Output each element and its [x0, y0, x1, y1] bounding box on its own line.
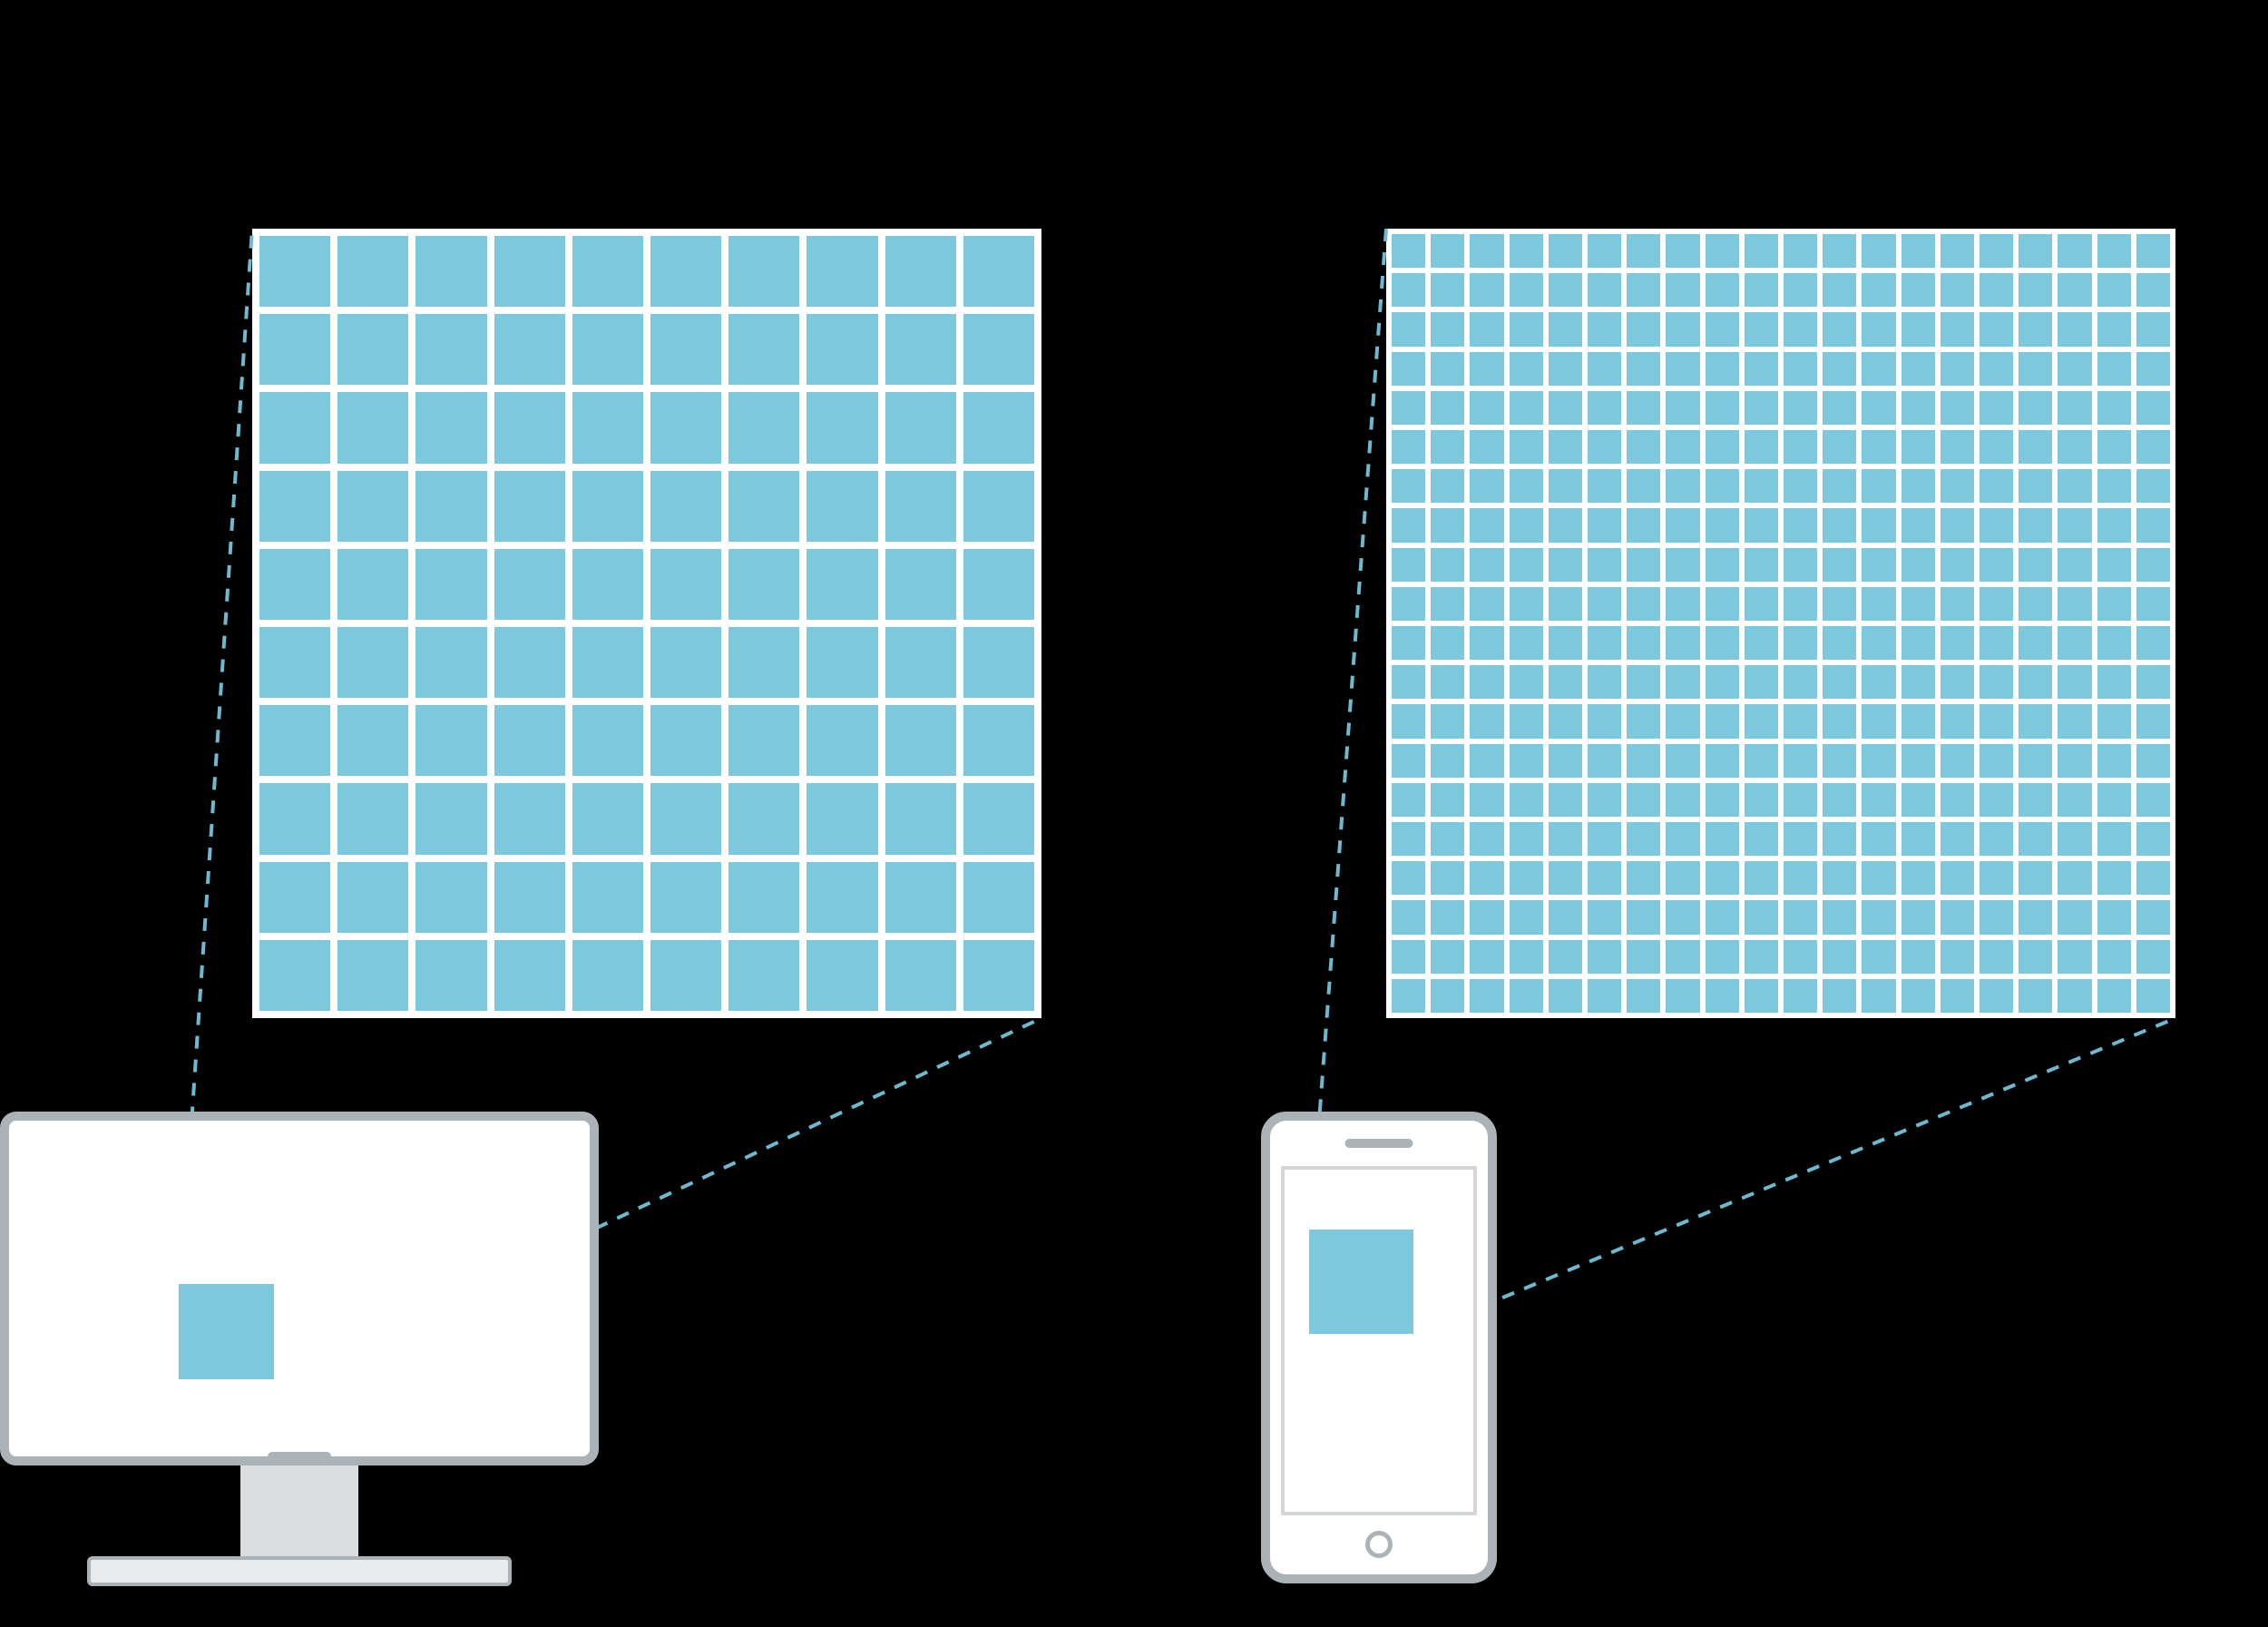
phone-screen-sample-area — [1309, 1230, 1413, 1334]
high-density-pixel-grid — [1386, 229, 2175, 1018]
low-density-pixel-grid — [252, 229, 1041, 1018]
pixel-density-diagram — [0, 0, 2268, 1627]
smartphone-icon — [1261, 1112, 1497, 1583]
high-density-panel — [1134, 0, 2268, 1627]
desktop-monitor-icon — [0, 1112, 599, 1586]
low-density-panel — [0, 0, 1134, 1627]
desktop-screen-sample-area — [179, 1284, 274, 1379]
